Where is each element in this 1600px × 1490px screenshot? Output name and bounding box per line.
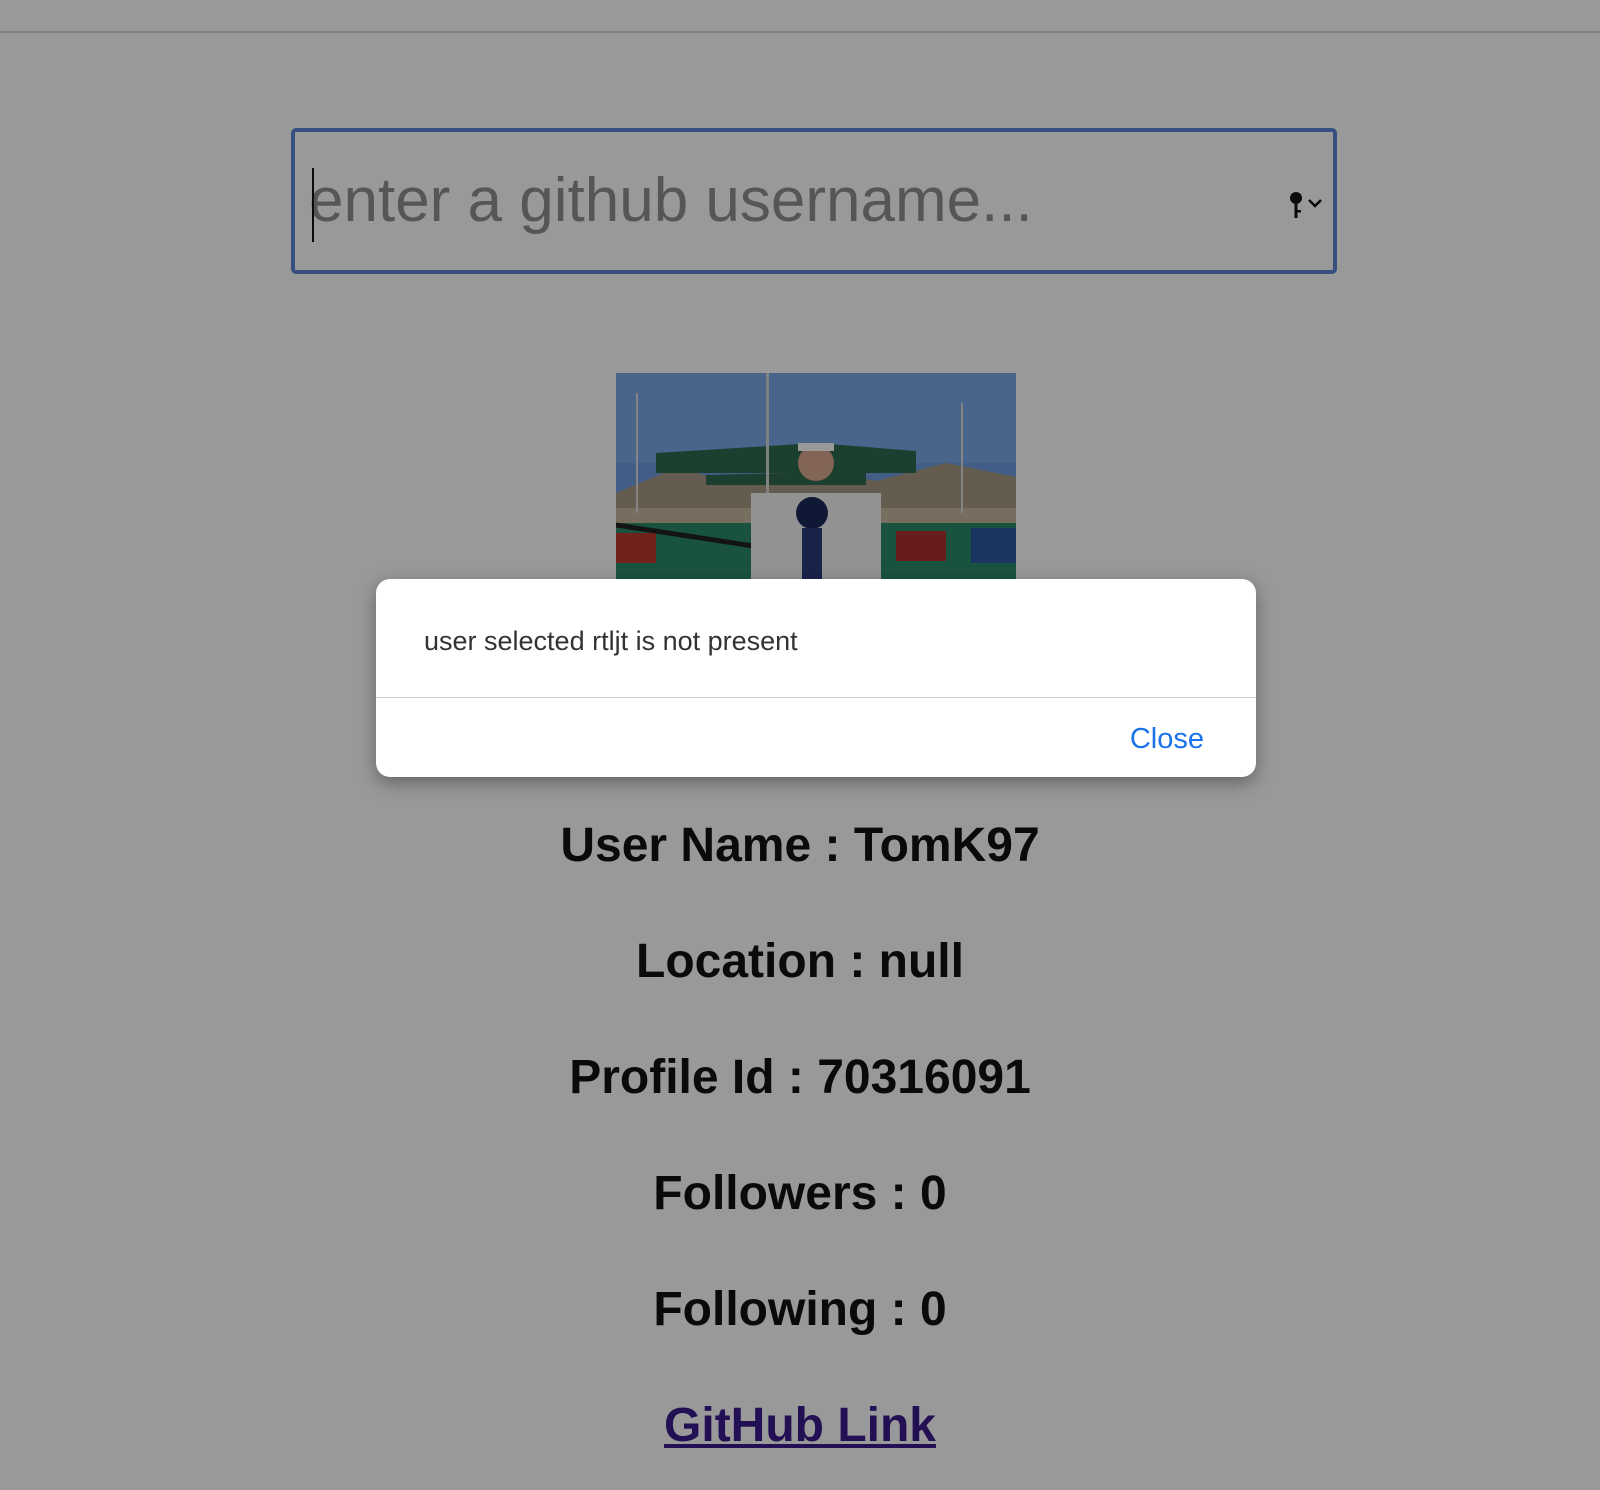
page: User Name : TomK97 Location : null Profi… <box>0 0 1600 1490</box>
close-button[interactable]: Close <box>1130 723 1204 756</box>
alert-dialog: user selected rtljt is not present Close <box>376 579 1256 777</box>
dialog-message: user selected rtljt is not present <box>424 626 798 656</box>
dialog-divider <box>376 697 1256 698</box>
